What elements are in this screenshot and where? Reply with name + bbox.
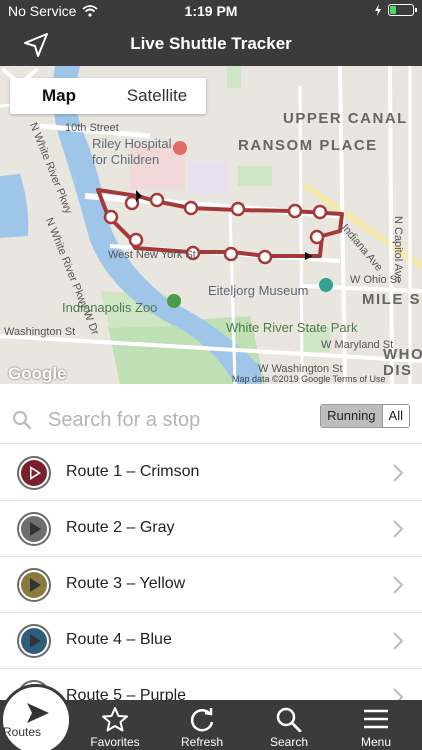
play-icon [27,703,49,723]
map-label-capitol-ave: N Capitol Ave [392,216,404,283]
route-play-icon [17,568,51,602]
map-view[interactable]: UPPER CANAL RANSOM PLACE MILE S WHO DIS … [0,66,422,384]
status-bar: No Service 1:19 PM [0,0,422,22]
route-label: Route 2 – Gray [66,519,175,536]
map-label-riley-1: Riley Hospital [92,136,172,151]
status-right [374,4,417,16]
map-toggle-satellite[interactable]: Satellite [108,78,206,114]
map-label-mile-square: MILE S [362,291,422,308]
tab-refresh[interactable]: Refresh [159,700,245,750]
route-row-3[interactable]: Route 3 – Yellow [0,557,422,613]
tab-menu-label: Menu [360,735,392,749]
tab-favorites-label: Favorites [90,735,140,749]
map-label-ransom-place: RANSOM PLACE [238,137,378,154]
map-label-10th-street: 10th Street [65,122,119,134]
tab-refresh-label: Refresh [180,735,224,749]
route-row-2[interactable]: Route 2 – Gray [0,501,422,557]
map-label-white-river-park: White River State Park [226,320,358,335]
search-row: Running All [0,396,422,444]
page-title: Live Shuttle Tracker [130,34,292,53]
route-label: Route 4 – Blue [66,631,172,648]
nav-bar: Live Shuttle Tracker [0,22,422,66]
stop-search-input[interactable] [48,406,308,434]
route-play-icon [17,456,51,490]
refresh-icon [190,708,214,732]
tab-search[interactable]: Search [246,700,332,750]
search-icon [12,410,32,430]
route-list: Route 1 – Crimson Route 2 – Gray Route 3… [0,445,422,725]
chevron-right-icon [393,632,404,650]
tab-favorites[interactable]: Favorites [72,700,158,750]
map-label-w-maryland: W Maryland St [321,339,394,351]
menu-icon [364,709,388,729]
tab-routes[interactable]: Routes [0,684,72,750]
map-label-upper-canal: UPPER CANAL [283,110,408,127]
tab-routes-label: Routes [3,725,42,739]
filter-all-button[interactable]: All [381,405,409,427]
chevron-down-icon[interactable] [0,66,40,88]
map-label-west-new-york: West New York St [108,249,196,261]
route-play-icon [17,624,51,658]
running-filter-toggle: Running All [320,404,410,428]
map-label-riley-2: for Children [92,152,160,167]
tab-search-label: Search [269,735,309,749]
route-label: Route 1 – Crimson [66,463,200,480]
map-label-eiteljorg: Eiteljorg Museum [208,283,309,298]
chevron-right-icon [393,464,404,482]
battery-icon [388,4,417,16]
search-icon [276,707,302,732]
route-row-4[interactable]: Route 4 – Blue [0,613,422,669]
map-label-washington: Washington St [4,326,76,338]
route-row-1[interactable]: Route 1 – Crimson [0,445,422,501]
star-icon [102,707,128,732]
map-label-who-2: DIS [383,362,413,379]
map-attribution[interactable]: Map data ©2019 Google Terms of Use [232,374,386,384]
route-play-icon [17,512,51,546]
charging-icon [375,4,381,16]
status-time: 1:19 PM [184,3,238,19]
tab-menu[interactable]: Menu [333,700,419,750]
chevron-right-icon [393,576,404,594]
chevron-right-icon [393,520,404,538]
route-label: Route 3 – Yellow [66,575,186,592]
google-logo: Google [8,364,67,383]
filter-running-button[interactable]: Running [321,405,382,427]
